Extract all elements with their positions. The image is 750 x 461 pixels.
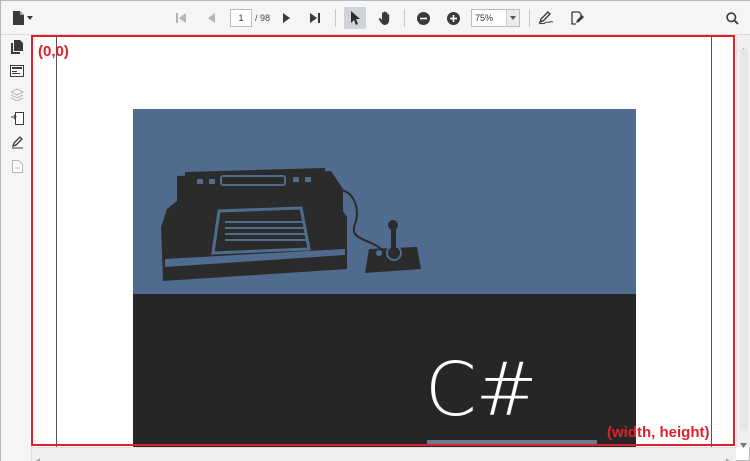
toolbar: / 98 — [1, 1, 750, 35]
annotations-button[interactable] — [8, 136, 26, 154]
next-page-button[interactable] — [279, 7, 295, 29]
form-fill-icon — [570, 11, 584, 25]
thumbnails-icon — [11, 39, 23, 59]
cover-title: C# — [425, 347, 538, 433]
pan-tool-icon — [378, 11, 392, 25]
toolbar-separator — [335, 9, 336, 27]
page-left-edge — [56, 35, 57, 447]
last-page-button[interactable] — [307, 7, 323, 29]
blank-page-icon — [11, 160, 23, 178]
blank-page-button[interactable] — [8, 160, 26, 178]
toolbar-separator — [529, 9, 530, 27]
bookmarks-icon — [10, 64, 24, 82]
zoom-in-icon — [446, 11, 460, 25]
page-right-edge — [711, 35, 712, 447]
next-page-icon — [282, 12, 292, 24]
first-page-icon — [175, 12, 187, 24]
annotation-size-label: (width, height) — [607, 424, 710, 441]
pdf-viewer-window: / 98 — [0, 0, 750, 461]
zoom-level-value: 75% — [475, 13, 494, 23]
previous-page-button[interactable] — [203, 7, 219, 29]
annotations-icon — [11, 136, 24, 154]
chevron-down-icon — [26, 16, 33, 20]
annotation-origin-label: (0,0) — [38, 43, 69, 60]
signature-button[interactable] — [536, 7, 556, 29]
last-page-icon — [309, 12, 321, 24]
vertical-scrollbar[interactable] — [736, 35, 750, 448]
horizontal-scrollbar[interactable] — [32, 447, 736, 461]
book-cover-image: C# — [133, 109, 636, 447]
scroll-right-icon[interactable] — [726, 452, 731, 461]
scroll-down-icon[interactable] — [740, 435, 747, 453]
zoom-out-button[interactable] — [414, 7, 432, 29]
attachments-icon — [10, 112, 24, 130]
signature-icon — [538, 11, 554, 25]
thumbnails-button[interactable] — [8, 39, 26, 59]
chevron-down-icon[interactable] — [506, 10, 519, 26]
page-total-label: / 98 — [255, 13, 271, 23]
left-sidebar — [1, 35, 32, 461]
form-fill-button[interactable] — [567, 7, 587, 29]
layers-button[interactable] — [8, 88, 26, 106]
zoom-out-icon — [416, 11, 430, 25]
attachments-button[interactable] — [8, 112, 26, 130]
scroll-thumb[interactable] — [740, 49, 748, 431]
cover-bottom-panel — [133, 294, 636, 447]
page-number-input[interactable] — [230, 9, 252, 27]
cover-accent-bar — [427, 440, 597, 446]
document-icon — [12, 11, 24, 25]
layers-icon — [9, 88, 25, 106]
zoom-level-dropdown[interactable]: 75% — [471, 9, 520, 27]
scroll-left-icon[interactable] — [35, 452, 40, 461]
game-console-icon — [161, 168, 421, 281]
select-tool-icon — [350, 11, 360, 25]
zoom-in-button[interactable] — [444, 7, 462, 29]
first-page-button[interactable] — [173, 7, 189, 29]
search-button[interactable] — [723, 7, 741, 29]
bookmarks-button[interactable] — [8, 64, 26, 82]
search-icon — [725, 11, 739, 25]
toolbar-separator — [404, 9, 405, 27]
pan-tool-button[interactable] — [375, 7, 395, 29]
select-tool-button[interactable] — [344, 7, 366, 29]
previous-page-icon — [206, 12, 216, 24]
file-menu-button[interactable] — [9, 7, 35, 29]
